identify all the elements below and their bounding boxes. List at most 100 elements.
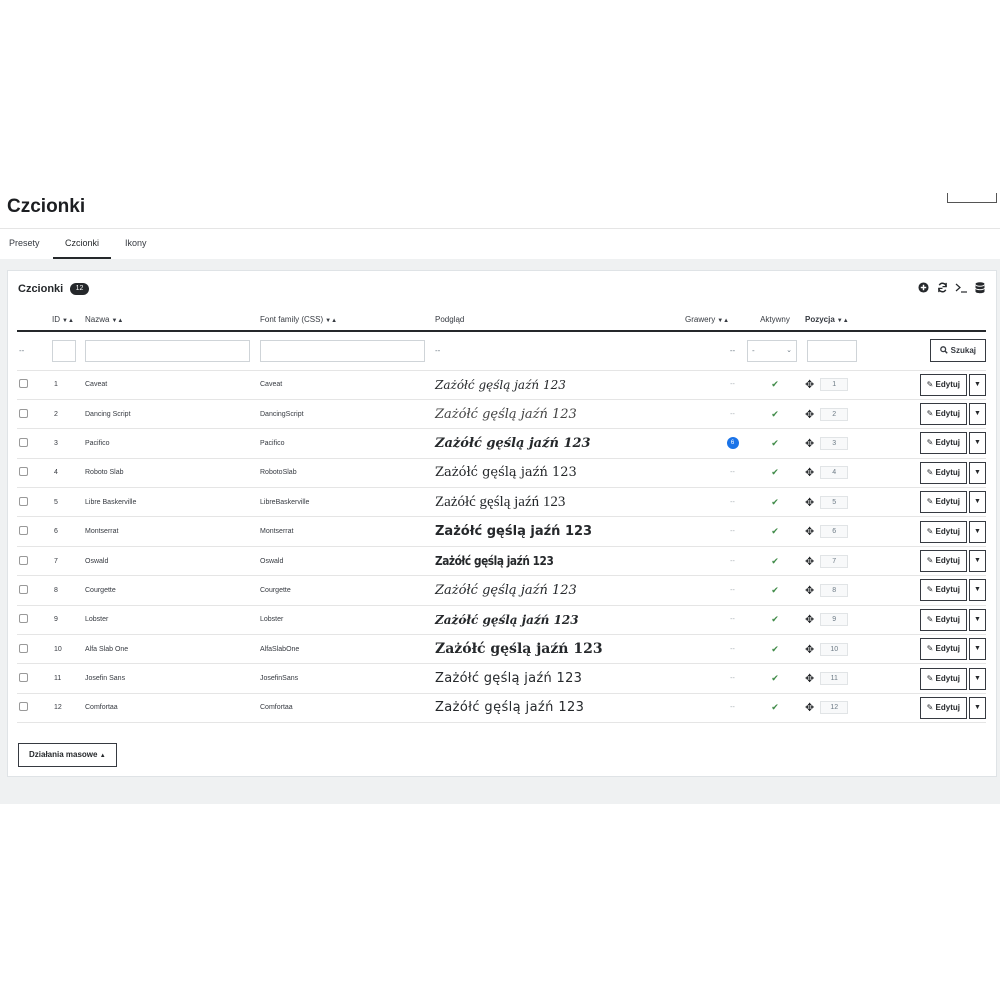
edit-button[interactable]: ✎ Edytuj — [919, 491, 967, 514]
actions-dropdown-button[interactable]: ▼ — [969, 520, 986, 543]
sort-icon[interactable]: ▼▲ — [62, 318, 74, 324]
tab-ikony[interactable]: Ikony — [125, 229, 147, 259]
pencil-icon: ✎ — [926, 379, 934, 389]
sort-icon[interactable]: ▼▲ — [837, 318, 849, 324]
actions-dropdown-button[interactable]: ▼ — [969, 373, 986, 396]
sort-icon[interactable]: ▼▲ — [111, 318, 123, 324]
row-font-family: Courgette — [260, 575, 435, 606]
actions-dropdown-button[interactable]: ▼ — [969, 608, 986, 631]
position-value: 10 — [820, 642, 849, 656]
edit-button[interactable]: ✎ Edytuj — [919, 432, 967, 455]
row-checkbox[interactable] — [19, 614, 28, 624]
row-checkbox[interactable] — [19, 467, 28, 477]
drag-handle-icon[interactable]: ✥ — [805, 467, 814, 479]
bulk-actions-button[interactable]: Działania masowe ▲ — [18, 743, 117, 767]
edit-button[interactable]: ✎ Edytuj — [919, 520, 967, 543]
filter-name-input[interactable] — [85, 339, 250, 362]
drag-handle-icon[interactable]: ✥ — [805, 702, 814, 714]
actions-dropdown-button[interactable]: ▼ — [969, 667, 986, 690]
edit-button[interactable]: ✎ Edytuj — [919, 403, 967, 426]
drag-handle-icon[interactable]: ✥ — [805, 379, 814, 391]
edit-button[interactable]: ✎ Edytuj — [919, 373, 967, 396]
row-font-family: Caveat — [260, 370, 435, 400]
tab-presety[interactable]: Presety — [9, 229, 40, 259]
add-icon[interactable] — [917, 282, 929, 294]
position-value: 11 — [820, 672, 849, 686]
row-checkbox[interactable] — [19, 643, 28, 653]
drag-handle-icon[interactable]: ✥ — [805, 497, 814, 509]
drag-handle-icon[interactable]: ✥ — [805, 585, 814, 597]
actions-dropdown-button[interactable]: ▼ — [969, 550, 986, 573]
drag-handle-icon[interactable]: ✥ — [805, 438, 814, 450]
active-check-icon[interactable]: ✔ — [771, 702, 779, 712]
row-checkbox[interactable] — [19, 702, 28, 712]
header-name[interactable]: Nazwa ▼▲ — [85, 309, 260, 332]
edit-button[interactable]: ✎ Edytuj — [919, 696, 967, 719]
active-check-icon[interactable]: ✔ — [771, 497, 779, 507]
active-check-icon[interactable]: ✔ — [771, 409, 779, 419]
drag-handle-icon[interactable]: ✥ — [805, 556, 814, 568]
active-check-icon[interactable]: ✔ — [771, 644, 779, 654]
filter-preview-placeholder: -- — [435, 331, 685, 371]
active-check-icon[interactable]: ✔ — [771, 467, 779, 477]
row-font-family: Lobster — [260, 605, 435, 636]
row-checkbox[interactable] — [19, 673, 28, 683]
active-check-icon[interactable]: ✔ — [771, 614, 779, 624]
row-name: Caveat — [85, 370, 260, 400]
row-checkbox[interactable] — [19, 379, 28, 389]
edit-button[interactable]: ✎ Edytuj — [919, 667, 967, 690]
search-button[interactable]: Szukaj — [930, 339, 986, 363]
refresh-icon[interactable] — [936, 282, 948, 294]
caret-down-icon: ▼ — [974, 645, 981, 653]
edit-button[interactable]: ✎ Edytuj — [919, 608, 967, 631]
header-font-family[interactable]: Font family (CSS) ▼▲ — [260, 309, 435, 332]
actions-dropdown-button[interactable]: ▼ — [969, 579, 986, 602]
filter-position-input[interactable] — [807, 339, 857, 362]
pencil-icon: ✎ — [926, 438, 934, 448]
header-position[interactable]: Pozycja ▼▲ — [805, 309, 905, 332]
edit-button[interactable]: ✎ Edytuj — [919, 461, 967, 484]
active-check-icon[interactable]: ✔ — [771, 438, 779, 448]
row-checkbox[interactable] — [19, 496, 28, 506]
drag-handle-icon[interactable]: ✥ — [805, 644, 814, 656]
database-icon[interactable] — [974, 282, 986, 294]
font-preview: Zażółć gęślą jaźń 123 — [435, 465, 577, 481]
row-checkbox[interactable] — [19, 584, 28, 594]
header-engravings[interactable]: Grawery ▼▲ — [685, 309, 745, 332]
filter-id-input[interactable] — [52, 339, 76, 362]
drag-handle-icon[interactable]: ✥ — [805, 673, 814, 685]
row-checkbox[interactable] — [19, 408, 28, 418]
caret-down-icon: ▼ — [974, 615, 981, 623]
row-checkbox[interactable] — [19, 555, 28, 565]
drag-handle-icon[interactable]: ✥ — [805, 614, 814, 626]
active-check-icon[interactable]: ✔ — [771, 379, 779, 389]
actions-dropdown-button[interactable]: ▼ — [969, 432, 986, 455]
sort-icon[interactable]: ▼▲ — [717, 318, 729, 324]
active-check-icon[interactable]: ✔ — [771, 673, 779, 683]
active-check-icon[interactable]: ✔ — [771, 556, 779, 566]
actions-dropdown-button[interactable]: ▼ — [969, 461, 986, 484]
position-value: 1 — [820, 378, 849, 392]
active-check-icon[interactable]: ✔ — [771, 526, 779, 536]
active-check-icon[interactable]: ✔ — [771, 585, 779, 595]
row-checkbox[interactable] — [19, 437, 28, 447]
drag-handle-icon[interactable]: ✥ — [805, 409, 814, 421]
row-actions: ✎ Edytuj ▼ — [919, 608, 986, 631]
actions-dropdown-button[interactable]: ▼ — [969, 403, 986, 426]
edit-button[interactable]: ✎ Edytuj — [919, 638, 967, 661]
actions-dropdown-button[interactable]: ▼ — [969, 638, 986, 661]
tab-czcionki[interactable]: Czcionki — [53, 229, 111, 259]
filter-font-family-input[interactable] — [260, 339, 425, 362]
sort-icon[interactable]: ▼▲ — [325, 318, 337, 324]
terminal-icon[interactable] — [955, 282, 967, 294]
edit-button[interactable]: ✎ Edytuj — [919, 550, 967, 573]
table-row: 10 Alfa Slab One AlfaSlabOne Zażółć gęślą j… — [17, 634, 986, 665]
drag-handle-icon[interactable]: ✥ — [805, 526, 814, 538]
row-font-family: Comfortaa — [260, 693, 435, 724]
row-checkbox[interactable] — [19, 526, 28, 536]
actions-dropdown-button[interactable]: ▼ — [969, 491, 986, 514]
actions-dropdown-button[interactable]: ▼ — [969, 696, 986, 719]
filter-active-select[interactable]: - ⌄ — [747, 339, 797, 362]
header-id[interactable]: ID ▼▲ — [52, 309, 85, 332]
edit-button[interactable]: ✎ Edytuj — [919, 579, 967, 602]
